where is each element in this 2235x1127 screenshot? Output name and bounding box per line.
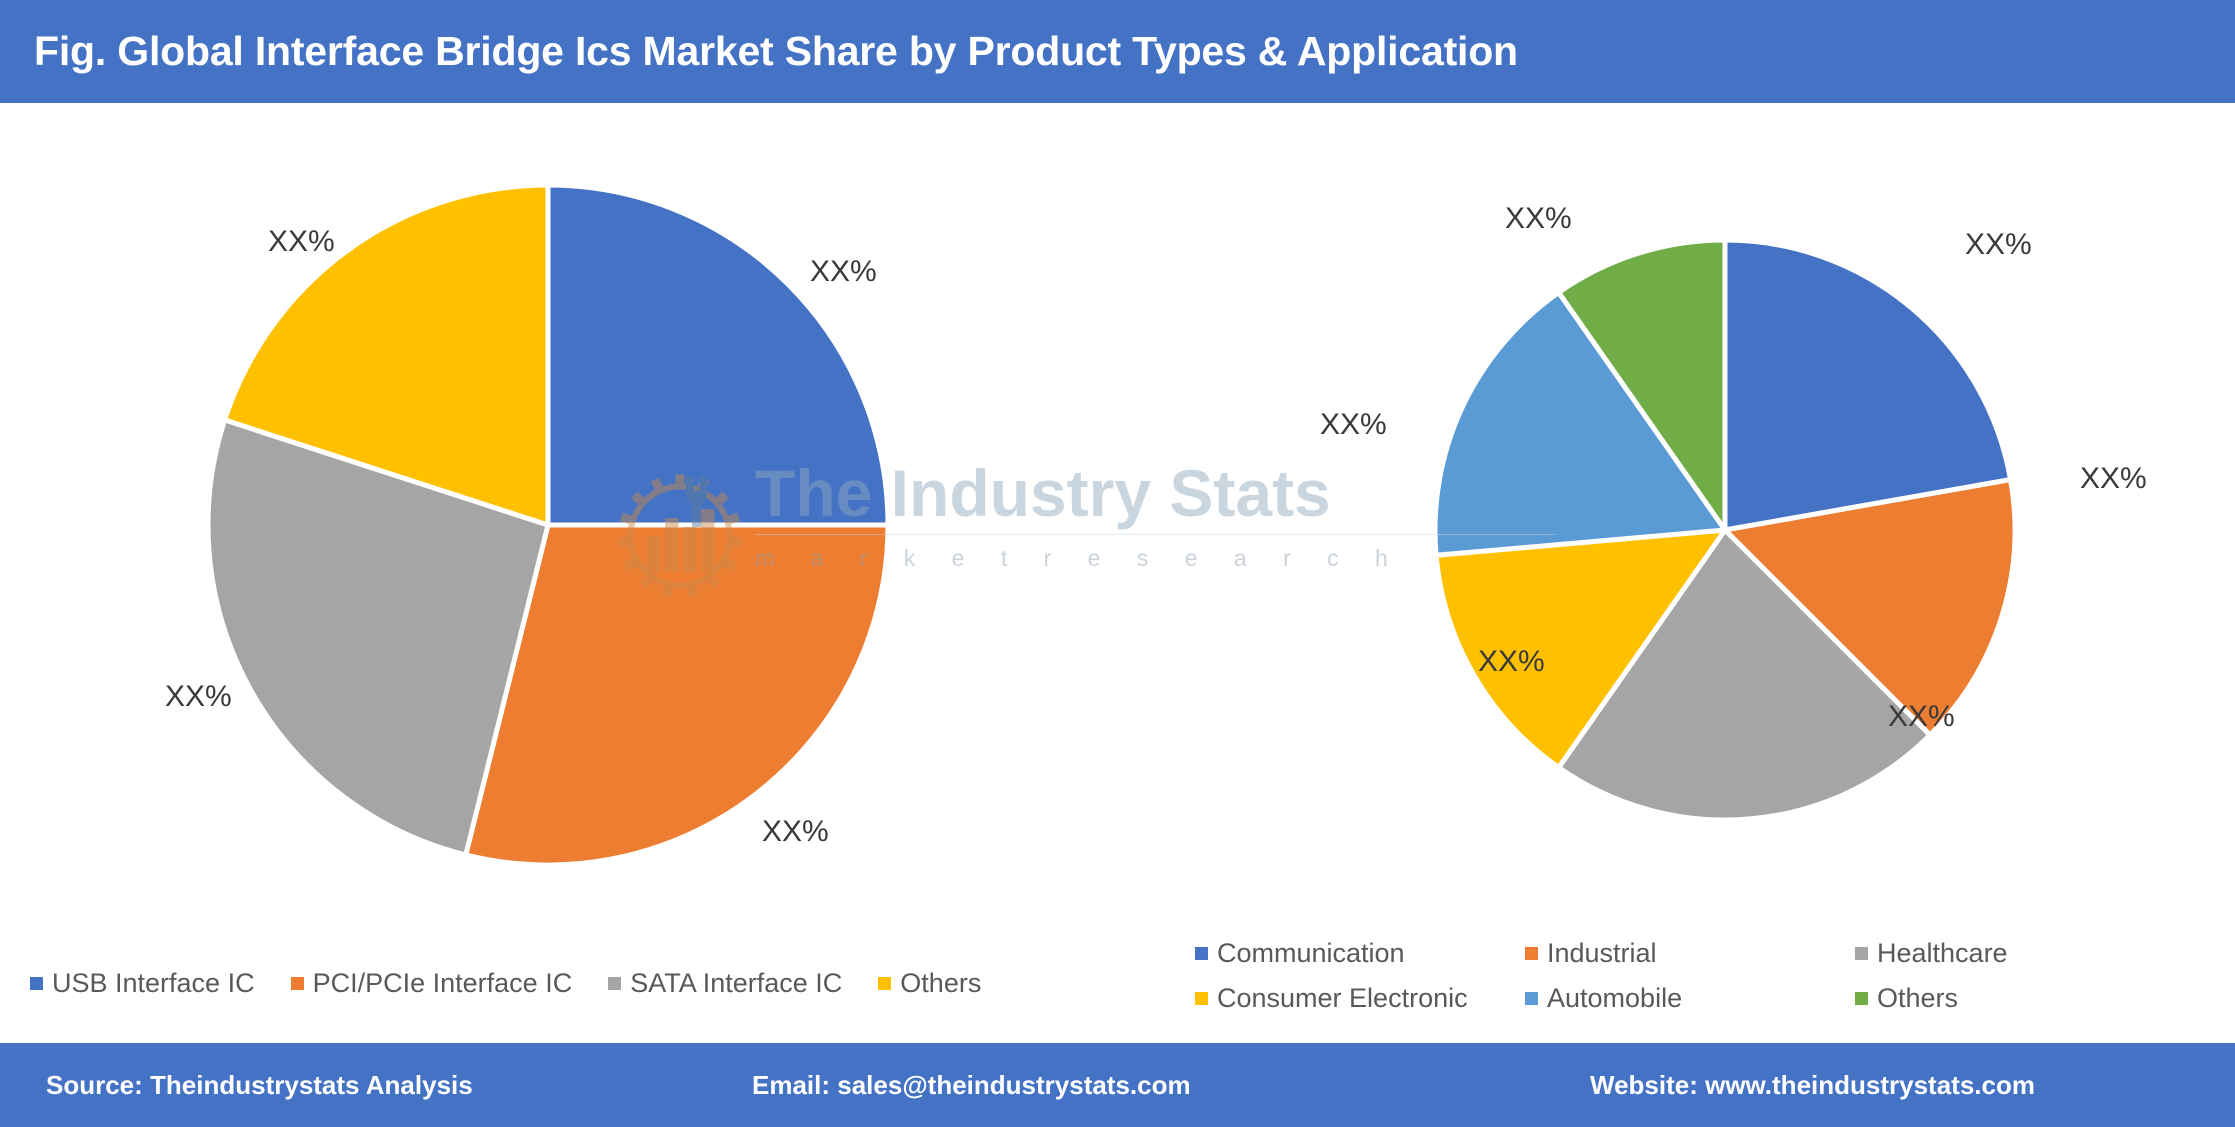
legend-color-swatch-icon	[30, 977, 43, 990]
legend-color-swatch-icon	[1525, 947, 1538, 960]
legend-item-label: Industrial	[1547, 938, 1657, 968]
legend-item-label: USB Interface IC	[52, 968, 255, 998]
legend-item-label: Automobile	[1547, 983, 1683, 1013]
product-type-legend-item[interactable]: PCI/PCIe Interface IC	[290, 968, 573, 999]
legend-item-label: Others	[1877, 983, 1959, 1013]
legend-color-swatch-icon	[608, 977, 622, 990]
legend-item-label: SATA Interface IC	[630, 968, 843, 998]
footer-website[interactable]: Website: www.theindustrystats.com	[1590, 1070, 2035, 1101]
legend-color-swatch-icon	[1195, 992, 1208, 1005]
pie-data-label: XX%	[2080, 462, 2147, 495]
legend-product-types: USB Interface IC PCI/PCIe Interface IC SAT…	[30, 968, 1130, 999]
legend-item-label: Consumer Electronic	[1217, 983, 1468, 1013]
page-title: Fig. Global Interface Bridge Ics Market …	[34, 28, 1518, 74]
application-legend-item[interactable]: Industrial	[1525, 938, 1855, 969]
application-legend-item[interactable]: Others	[1855, 983, 2185, 1014]
application-legend-item[interactable]: Automobile	[1525, 983, 1855, 1014]
legend-item-label: PCI/PCIe Interface IC	[312, 968, 573, 998]
legend-color-swatch-icon	[1525, 992, 1538, 1005]
application-legend-item[interactable]: Consumer Electronic	[1195, 983, 1525, 1014]
legend-color-swatch-icon	[1195, 947, 1208, 960]
legend-color-swatch-icon	[290, 977, 304, 990]
legend-color-swatch-icon	[1855, 992, 1868, 1005]
product-type-legend-item[interactable]: Others	[878, 968, 981, 999]
application-legend-item[interactable]: Healthcare	[1855, 938, 2185, 969]
legend-application: Communication Industrial Healthcare Consume…	[1195, 938, 2225, 1028]
application-legend-item[interactable]: Communication	[1195, 938, 1525, 969]
pie-right-svg	[1432, 237, 2018, 823]
pie-data-label: XX%	[762, 815, 829, 848]
pie-data-label: XX%	[1478, 645, 1545, 678]
pie-data-label: XX%	[1505, 202, 1572, 235]
pie-data-label: XX%	[1320, 408, 1387, 441]
legend-item-label: Communication	[1217, 938, 1405, 968]
product-type-legend-item[interactable]: USB Interface IC	[30, 968, 255, 999]
product-type-legend-item[interactable]: SATA Interface IC	[608, 968, 842, 999]
pie-data-label: XX%	[268, 225, 335, 258]
pie-data-label: XX%	[1965, 228, 2032, 261]
legend-color-swatch-icon	[878, 977, 892, 990]
chart-page: Fig. Global Interface Bridge Ics Market …	[0, 0, 2235, 1127]
footer-source: Source: Theindustrystats Analysis	[46, 1070, 473, 1100]
pie-chart-application	[1290, 120, 2170, 920]
legend-item-label: Healthcare	[1877, 938, 2008, 968]
footer-email[interactable]: Email: sales@theindustrystats.com	[752, 1070, 1191, 1101]
pie-data-label: XX%	[165, 680, 232, 713]
pie-data-label: XX%	[1888, 700, 1955, 733]
header-bar: Fig. Global Interface Bridge Ics Market …	[0, 0, 2235, 103]
legend-color-swatch-icon	[1855, 947, 1868, 960]
pie-slice[interactable]	[545, 182, 891, 528]
footer-bar: Source: Theindustrystats Analysis Email:…	[0, 1043, 2235, 1127]
pie-data-label: XX%	[810, 255, 877, 288]
legend-item-label: Others	[900, 968, 982, 998]
